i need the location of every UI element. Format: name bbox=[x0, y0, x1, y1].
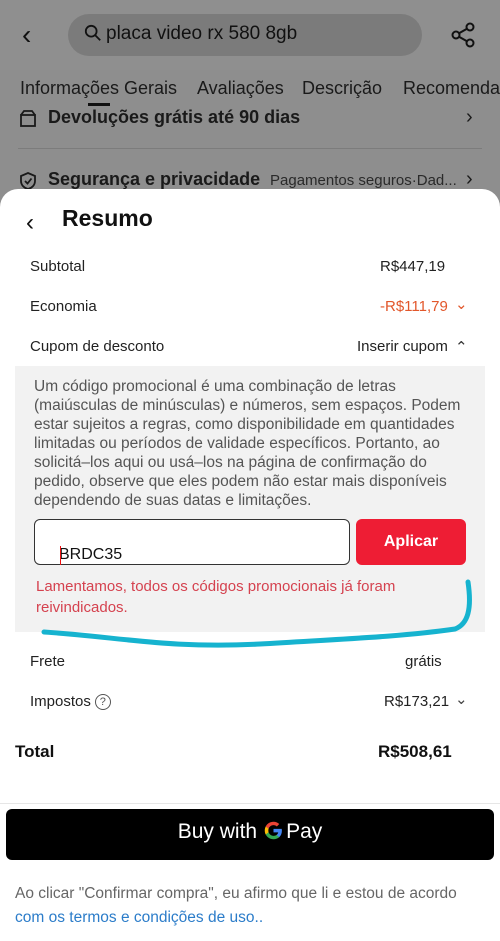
tab-informacoes-gerais[interactable]: Informações Gerais bbox=[20, 78, 177, 99]
shipping-value: grátis bbox=[405, 653, 442, 670]
taxes-label: Impostos? bbox=[30, 693, 111, 710]
taxes-value: R$173,21 bbox=[384, 693, 450, 710]
search-query: placa video rx 580 8gb bbox=[106, 23, 298, 44]
total-label: Total bbox=[15, 742, 55, 761]
returns-icon bbox=[20, 110, 36, 127]
chevron-right-icon: › bbox=[466, 106, 473, 128]
returns-label: Devoluções grátis até 90 dias bbox=[48, 107, 301, 127]
tab-descricao[interactable]: Descrição bbox=[302, 78, 382, 99]
security-sub: Pagamentos seguros·Dad... bbox=[270, 172, 457, 189]
terms-link[interactable]: com os termos e condições de uso.. bbox=[15, 909, 263, 926]
divider bbox=[18, 148, 482, 149]
shield-icon bbox=[20, 172, 36, 190]
terms-text: Ao clicar "Confirmar compra", eu afirmo … bbox=[15, 885, 457, 926]
taxes-row[interactable]: Impostos? R$173,21 ⌄ bbox=[0, 687, 500, 717]
tab-avaliacoes[interactable]: Avaliações bbox=[197, 78, 284, 99]
google-pay-button[interactable]: Buy with Pay bbox=[6, 809, 494, 860]
total-value: R$508,61 bbox=[378, 742, 452, 761]
annotation-underline bbox=[41, 579, 472, 648]
returns-row[interactable]: Devoluções grátis até 90 dias › bbox=[0, 100, 500, 140]
chevron-down-icon[interactable]: ⌄ bbox=[455, 690, 468, 708]
back-arrow-icon[interactable]: ‹ bbox=[22, 21, 44, 49]
chevron-right-icon: › bbox=[466, 168, 473, 190]
total-row: Total R$508,61 bbox=[0, 739, 500, 769]
shipping-label: Frete bbox=[30, 653, 66, 670]
google-g-icon bbox=[264, 821, 282, 840]
share-icon[interactable] bbox=[450, 22, 476, 48]
shipping-row: Frete grátis bbox=[0, 647, 500, 677]
google-pay-label: Buy with Pay bbox=[177, 820, 323, 843]
tab-recomenda[interactable]: Recomenda bbox=[403, 78, 500, 99]
summary-sheet: ‹ Resumo Subtotal R$447,19 Economia -R$1… bbox=[0, 189, 500, 941]
search-bar[interactable]: placa video rx 580 8gb bbox=[68, 14, 422, 56]
divider bbox=[0, 803, 500, 804]
security-label: Segurança e privacidade bbox=[48, 169, 261, 189]
help-icon[interactable]: ? bbox=[94, 694, 111, 710]
search-icon bbox=[84, 24, 101, 41]
top-bar: ‹ placa video rx 580 8gb bbox=[0, 0, 500, 70]
